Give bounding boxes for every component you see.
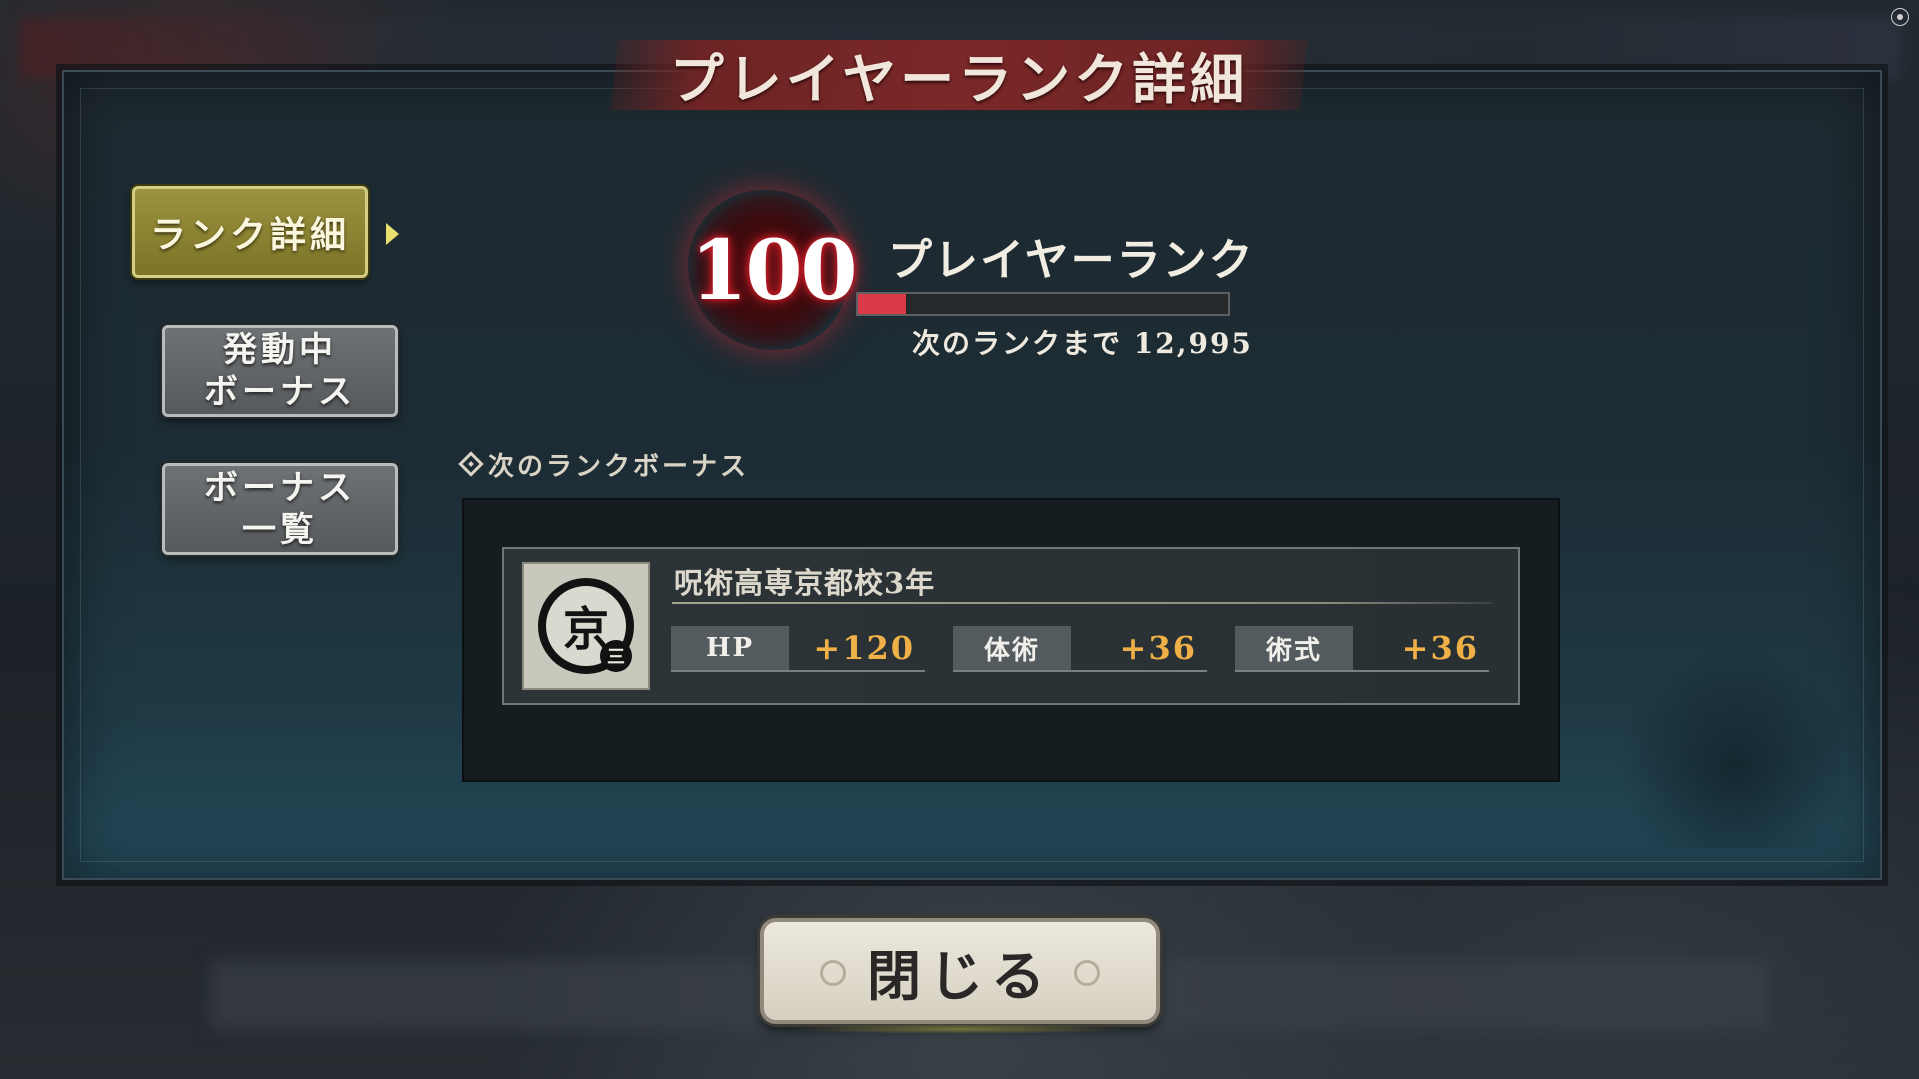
sidebar-item-label: 発動中 [223,330,337,370]
rank-value: 100 [690,223,857,319]
ornament-icon [1074,960,1100,986]
stat-label: 術式 [1235,626,1353,670]
emblem-sub-char: 三 [600,640,632,672]
emblem-seal: 京 三 [538,578,634,674]
stat-label: HP [671,626,789,670]
stat-value: +36 [1119,629,1197,667]
stat-taijutsu: 体術 +36 [953,626,1207,672]
rank-label: プレイヤーランク [888,235,1255,286]
stat-value: +36 [1401,629,1479,667]
ink-splash-decoration [1580,648,1840,848]
ornament-icon [820,960,846,986]
close-button-label: 閉じる [867,943,1053,1008]
bonus-name: 呪術高専京都校3年 [674,566,936,600]
sidebar-item-label-wrap: 発動中 ボーナス [204,329,356,413]
sidebar-item-rank-detail[interactable]: ランク詳細 [132,186,368,278]
sidebar-item-label: ボーナス [204,372,356,412]
settings-icon[interactable] [1891,8,1909,26]
rank-progress-fill [858,294,907,314]
stat-hp: HP +120 [671,626,925,672]
sidebar-item-label: ボーナス [204,468,356,508]
stat-value: +120 [813,629,915,667]
section-heading-next-bonus: 次のランクボーナス [458,446,822,482]
kyoto-school-emblem-icon: 京 三 [522,562,650,690]
sidebar-item-label: 一覧 [242,510,318,550]
divider [672,602,1492,604]
section-heading-label: 次のランクボーナス [488,451,750,482]
next-rank-text: 次のランクまで 12,995 [912,327,1253,360]
close-button[interactable]: 閉じる [760,918,1160,1024]
sidebar-item-label-wrap: ボーナス 一覧 [204,467,356,551]
diamond-icon [458,451,484,477]
close-button-glow [790,1024,1130,1034]
sidebar-item-active-bonus[interactable]: 発動中 ボーナス [162,325,398,417]
page-title: プレイヤーランク詳細 [669,46,1249,111]
active-arrow-icon [386,223,399,245]
sidebar-item-label: ランク詳細 [149,214,350,256]
sidebar-item-bonus-list[interactable]: ボーナス 一覧 [162,463,398,555]
rank-progress-bar [856,292,1230,316]
stat-jutsushiki: 術式 +36 [1235,626,1489,672]
stat-label: 体術 [953,626,1071,670]
